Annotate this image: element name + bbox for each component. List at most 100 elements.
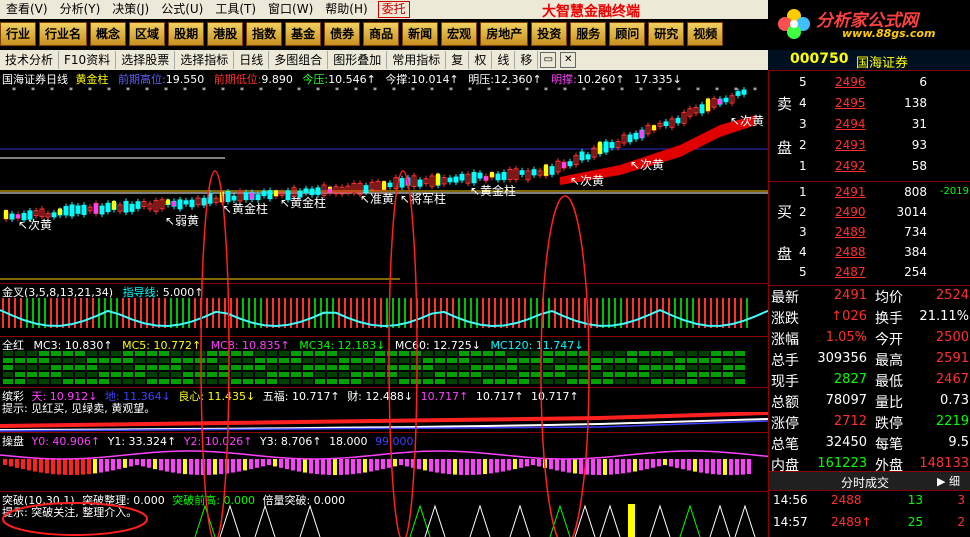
sell-label: 盘 [777, 139, 793, 157]
stats-box: 最新 2491 均价 2524 涨跌 ↑026 换手 21.11% 涨幅 1.05% 今开 2500 总… [769, 285, 970, 474]
cat-button[interactable]: 行业名 [39, 22, 88, 46]
cat-button[interactable]: 新闻 [402, 22, 439, 46]
brand-title: 大智慧金融终端 [542, 4, 640, 20]
highlight-oval [200, 170, 230, 537]
hint-highlight-oval [2, 502, 148, 536]
stat-label: 跌停 [875, 416, 903, 432]
adjust-button[interactable]: 复 [446, 51, 470, 69]
sell-level: 2 [799, 138, 807, 152]
move-button[interactable]: 移 [515, 51, 539, 69]
sell-price: 2496 [835, 75, 866, 89]
annotation-overlay [2, 170, 590, 537]
cat-button[interactable]: 债券 [324, 22, 361, 46]
cat-button[interactable]: 股期 [168, 22, 205, 46]
sell-price: 2492 [835, 159, 866, 173]
period-daily-button[interactable]: 日线 [234, 51, 270, 69]
sell-volume: 58 [911, 159, 927, 173]
sell-level: 5 [799, 75, 807, 89]
stat-value: 2500 [935, 330, 969, 345]
cat-button[interactable]: 基金 [285, 22, 322, 46]
menu-view[interactable]: 查看(V) [0, 0, 54, 19]
stat-label: 现手 [771, 374, 799, 390]
rights-button[interactable]: 权 [469, 51, 493, 69]
cat-button[interactable]: 顾问 [609, 22, 646, 46]
line-button[interactable]: 线 [492, 51, 516, 69]
stat-label: 最高 [875, 353, 903, 369]
stat-value: 9.5 [948, 435, 969, 450]
stat-label: 涨停 [771, 416, 799, 432]
menu-formula[interactable]: 公式(U) [155, 0, 209, 19]
sell-volume: 138 [904, 96, 927, 110]
cat-button[interactable]: 研究 [648, 22, 685, 46]
cat-button[interactable]: 服务 [570, 22, 607, 46]
ticks-expand-icon[interactable]: ▶ 细 [937, 473, 960, 489]
cat-button[interactable]: 视频 [687, 22, 724, 46]
ticks-list: 14:56 2488 13 3 14:57 2489↑ 25 2 [769, 491, 970, 537]
window-icon[interactable]: ▭ [540, 52, 557, 68]
stat-label: 今开 [875, 332, 903, 348]
menu-decide[interactable]: 决策(J) [106, 0, 155, 19]
cat-button[interactable]: 港股 [207, 22, 244, 46]
stat-value: 2827 [833, 372, 867, 387]
menu-help[interactable]: 帮助(H) [319, 0, 373, 19]
cat-button[interactable]: 投资 [531, 22, 568, 46]
logo-area: 分析家公式网 www.88gs.com [768, 0, 970, 48]
logo-url: www.88gs.com [842, 27, 936, 40]
tick-time: 14:57 [773, 515, 808, 529]
stat-value: 2219 [935, 414, 969, 429]
buy-volume: 734 [904, 225, 927, 239]
sell-level: 1 [799, 159, 807, 173]
ticks-header-bar[interactable]: 分时成交 ▶ 细 [769, 471, 970, 491]
menu-bar: 查看(V) 分析(Y) 决策(J) 公式(U) 工具(T) 窗口(W) 帮助(H… [0, 0, 768, 20]
buy-volume: 808 [904, 185, 927, 199]
buy-label: 买 [777, 203, 793, 221]
stat-value: ↑026 [831, 309, 867, 324]
buy-price: 2488 [835, 245, 866, 259]
sell-level: 4 [799, 96, 807, 110]
tick-price: 2488 [831, 493, 862, 507]
common-indicator-button[interactable]: 常用指标 [387, 51, 447, 69]
buy-volume: 384 [904, 245, 927, 259]
stat-label: 涨幅 [771, 332, 799, 348]
trust-button[interactable]: 委托 [377, 1, 410, 18]
stat-value: 2467 [935, 372, 969, 387]
menu-analyze[interactable]: 分析(Y) [54, 0, 107, 19]
stat-label: 总额 [771, 395, 799, 411]
stat-value: 0.73 [940, 393, 969, 408]
cat-button[interactable]: 宏观 [441, 22, 478, 46]
select-indicator-button[interactable]: 选择指标 [175, 51, 235, 69]
menu-window[interactable]: 窗口(W) [262, 0, 319, 19]
buy-change: -2019 [939, 186, 969, 197]
select-stock-button[interactable]: 选择股票 [116, 51, 176, 69]
buy-level: 1 [799, 185, 807, 199]
cat-button[interactable]: 房地产 [480, 22, 529, 46]
tab-tech-analysis[interactable]: 技术分析 [0, 51, 60, 69]
cat-button[interactable]: 区域 [129, 22, 166, 46]
flower-logo-icon [778, 9, 810, 39]
overlay-button[interactable]: 图形叠加 [328, 51, 388, 69]
stat-label: 换手 [875, 311, 903, 327]
multi-chart-button[interactable]: 多图组合 [269, 51, 329, 69]
tab-f10[interactable]: F10资料 [59, 51, 117, 69]
cat-button[interactable]: 商品 [363, 22, 400, 46]
buy-price: 2490 [835, 205, 866, 219]
cat-button[interactable]: 行业 [0, 22, 37, 46]
sell-volume: 93 [911, 138, 927, 152]
close-icon[interactable]: ✕ [560, 52, 577, 68]
stat-label: 最低 [875, 374, 903, 390]
stat-label: 每笔 [875, 437, 903, 453]
cat-button[interactable]: 指数 [246, 22, 283, 46]
cat-button[interactable]: 概念 [90, 22, 127, 46]
stat-value: 2491 [833, 288, 867, 303]
stat-value: 21.11% [919, 309, 969, 324]
menu-tools[interactable]: 工具(T) [209, 0, 262, 19]
buy-price: 2491 [835, 185, 866, 199]
stat-label: 量比 [875, 395, 903, 411]
stat-value: 2712 [833, 414, 867, 429]
buy-book: 买 盘 1 2491 808 -2019 2 2490 3014 3 2489 734 4 2488 3… [769, 181, 970, 286]
stat-value: 2591 [935, 351, 969, 366]
category-bar: 行业 行业名 概念 区域 股期 港股 指数 基金 债券 商品 新闻 宏观 房地产… [0, 20, 768, 48]
stat-value: 78097 [825, 393, 867, 408]
stat-label: 最新 [771, 290, 799, 306]
sell-price: 2495 [835, 96, 866, 110]
